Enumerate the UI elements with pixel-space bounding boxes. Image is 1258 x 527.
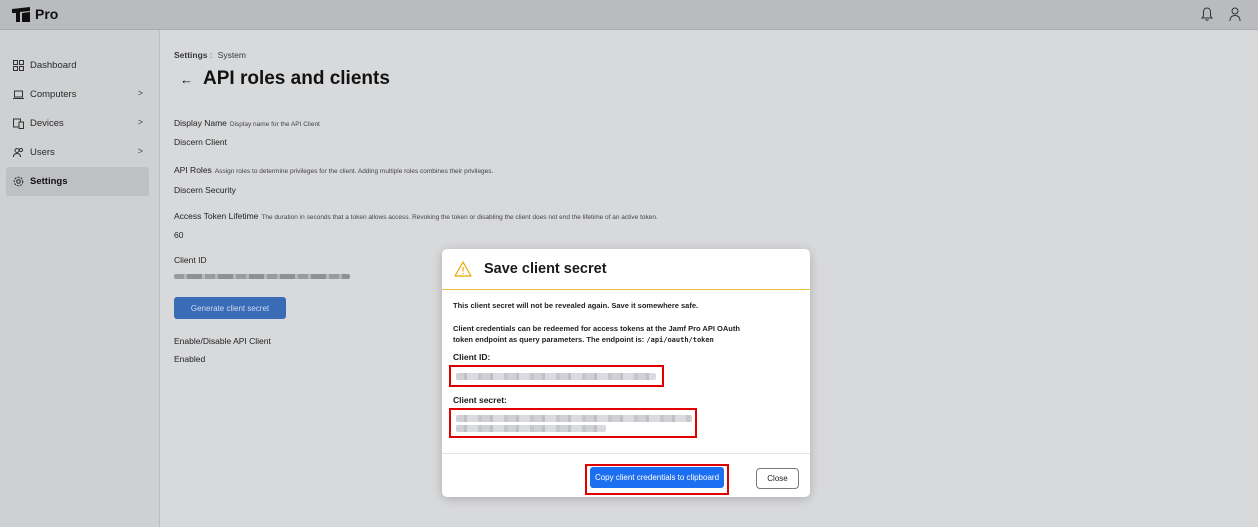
breadcrumb-child[interactable]: System: [218, 50, 246, 60]
display-name-value: Discern Client: [174, 137, 227, 147]
api-roles-hint: Assign roles to determine privileges for…: [214, 168, 494, 175]
client-secret-value-box[interactable]: [449, 408, 697, 438]
client-id-dialog-label: Client ID:: [453, 352, 491, 362]
gear-icon: [13, 176, 24, 187]
sidebar-item-label: Dashboard: [30, 60, 77, 71]
sidebar-item-label: Computers: [30, 89, 77, 100]
client-id-label: Client ID: [174, 255, 207, 265]
client-secret-redacted-line-2: [456, 425, 606, 432]
generate-client-secret-button[interactable]: Generate client secret: [174, 297, 286, 319]
dialog-body: This client secret will not be revealed …: [442, 290, 810, 454]
endpoint-path: /api/oauth/token: [646, 336, 714, 344]
sidebar-item-settings[interactable]: Settings: [6, 167, 149, 196]
client-id-redacted-value: [456, 373, 656, 380]
copy-credentials-button[interactable]: Copy client credentials to clipboard: [590, 467, 724, 488]
display-name-hint: Display name for the API Client: [229, 121, 320, 128]
enable-client-value: Enabled: [174, 354, 206, 364]
grid-icon: [13, 60, 24, 71]
warning-icon: [454, 261, 472, 277]
display-name-label-text: Display Name: [174, 118, 227, 128]
token-lifetime-label-text: Access Token Lifetime: [174, 211, 259, 221]
client-id-redacted: [174, 274, 350, 279]
api-roles-label-text: API Roles: [174, 165, 212, 175]
devices-icon: [13, 118, 24, 129]
save-client-secret-dialog: Save client secret This client secret wi…: [442, 249, 810, 497]
top-bar: Pro: [0, 0, 1258, 30]
back-arrow-icon[interactable]: ←: [180, 72, 193, 87]
token-lifetime-label: Access Token Lifetime The duration in sec…: [174, 211, 658, 221]
app-logo[interactable]: Pro: [12, 6, 58, 22]
dialog-footer: Copy client credentials to clipboard Clo…: [442, 454, 810, 497]
client-id-value-box[interactable]: [449, 365, 664, 387]
sidebar: Dashboard Computers > Devices > Users > …: [0, 30, 160, 527]
sidebar-item-dashboard[interactable]: Dashboard: [0, 51, 149, 80]
dialog-info-line-2: token endpoint as query parameters. The …: [453, 334, 714, 346]
sidebar-item-label: Settings: [30, 176, 68, 187]
breadcrumb-separator: :: [209, 50, 213, 60]
enable-client-label: Enable/Disable API Client: [174, 336, 271, 346]
sidebar-item-computers[interactable]: Computers >: [0, 80, 149, 109]
sidebar-item-label: Users: [30, 147, 55, 158]
dialog-info-line-1: Client credentials can be redeemed for a…: [453, 324, 740, 333]
user-icon[interactable]: [1228, 6, 1242, 22]
chevron-right-icon: >: [137, 146, 143, 156]
page-title: ← API roles and clients: [180, 68, 390, 90]
breadcrumb: Settings : System: [174, 50, 246, 60]
chevron-right-icon: >: [137, 117, 143, 127]
close-button[interactable]: Close: [756, 468, 799, 489]
client-secret-label: Client secret:: [453, 395, 507, 405]
client-secret-redacted-line-1: [456, 415, 692, 422]
sidebar-item-label: Devices: [30, 118, 64, 129]
dialog-title: Save client secret: [484, 261, 607, 277]
laptop-icon: [13, 90, 24, 99]
api-roles-label: API Roles Assign roles to determine privi…: [174, 165, 493, 175]
app-name: Pro: [35, 6, 59, 22]
dialog-header: Save client secret: [442, 249, 810, 290]
breadcrumb-parent[interactable]: Settings: [174, 50, 208, 60]
bell-icon[interactable]: [1200, 6, 1214, 22]
users-icon: [13, 147, 24, 158]
api-roles-value: Discern Security: [174, 185, 236, 195]
token-lifetime-value: 60: [174, 230, 184, 240]
sidebar-item-users[interactable]: Users >: [0, 138, 149, 167]
display-name-label: Display Name Display name for the API Cli…: [174, 118, 320, 128]
token-lifetime-hint: The duration in seconds that a token all…: [261, 214, 658, 221]
sidebar-item-devices[interactable]: Devices >: [0, 109, 149, 138]
dialog-warning-text: This client secret will not be revealed …: [453, 301, 699, 310]
page-title-text: API roles and clients: [203, 68, 390, 89]
dialog-info-line-2-text: token endpoint as query parameters. The …: [453, 335, 645, 344]
jamf-logo-icon: [12, 6, 30, 22]
chevron-right-icon: >: [137, 88, 143, 98]
